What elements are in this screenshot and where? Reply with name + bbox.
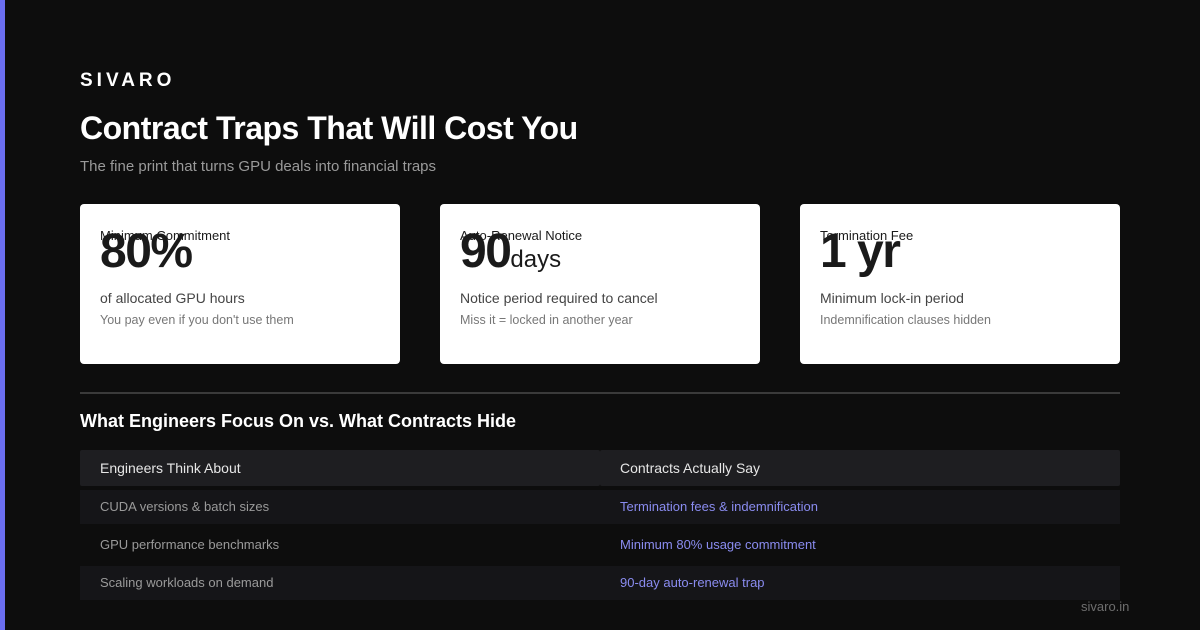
stat-description: Notice period required to cancel <box>460 290 658 306</box>
stat-number: 90 <box>460 225 512 278</box>
page-subtitle: The fine print that turns GPU deals into… <box>80 158 437 175</box>
stat-value: 80% <box>100 225 193 278</box>
list-item: GPU performance benchmarks <box>100 537 280 552</box>
stat-value: 1 yr <box>820 225 901 278</box>
engineers-column: Engineers Think About CUDA versions & ba… <box>80 450 600 604</box>
contracts-column: Contracts Actually Say Termination fees … <box>600 450 1120 604</box>
list-item: Minimum 80% usage commitment <box>620 537 816 552</box>
stat-number: 1 yr <box>820 225 901 278</box>
stat-card-auto-renewal: Auto-Renewal Notice 90days Notice period… <box>440 204 760 364</box>
stat-unit: days <box>510 246 562 273</box>
list-item: 90-day auto-renewal trap <box>600 566 1120 600</box>
engineers-column-header: Engineers Think About <box>80 450 600 486</box>
stat-card-termination-fee: Termination Fee 1 yr Minimum lock-in per… <box>800 204 1120 364</box>
accent-bar <box>0 0 5 630</box>
stat-note: Miss it = locked in another year <box>460 313 633 327</box>
list-item: Scaling workloads on demand <box>80 566 600 600</box>
stat-description: of allocated GPU hours <box>100 290 245 306</box>
page-title: Contract Traps That Will Cost You <box>80 110 578 146</box>
footer-url: sivaro.in <box>1081 599 1130 614</box>
stat-card-minimum-commitment: Minimum Commitment 80% of allocated GPU … <box>80 204 400 364</box>
comparison-title: What Engineers Focus On vs. What Contrac… <box>80 411 517 431</box>
brand-logo: SIVARO <box>80 70 176 91</box>
stat-note: Indemnification clauses hidden <box>820 313 991 327</box>
stat-value: 90days <box>460 228 561 276</box>
list-item: CUDA versions & batch sizes <box>80 490 600 524</box>
stat-number: 80% <box>100 225 193 278</box>
section-divider <box>80 392 1120 394</box>
stat-note: You pay even if you don't use them <box>100 313 294 327</box>
contracts-column-header: Contracts Actually Say <box>600 450 1120 486</box>
stat-description: Minimum lock-in period <box>820 290 964 306</box>
list-item: Termination fees & indemnification <box>600 490 1120 524</box>
page: SIVARO Contract Traps That Will Cost You… <box>0 0 1200 630</box>
